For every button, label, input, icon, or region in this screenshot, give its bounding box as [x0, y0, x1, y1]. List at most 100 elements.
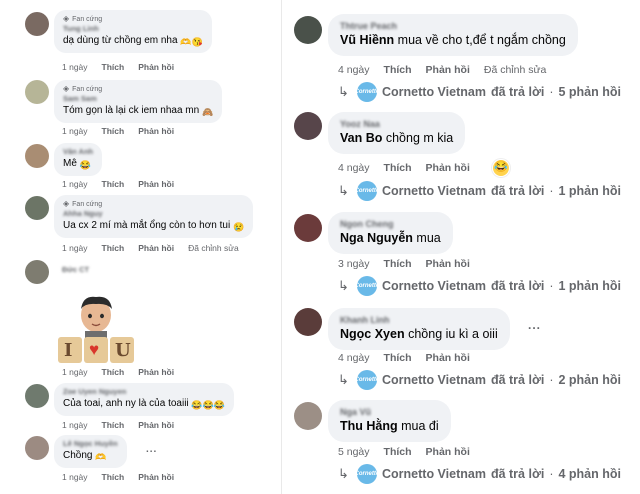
reply-button[interactable]: Phản hồi	[426, 446, 470, 458]
like-button[interactable]: Thích	[102, 62, 125, 72]
timestamp[interactable]: 1 ngày	[62, 179, 88, 189]
like-button[interactable]: Thích	[102, 243, 125, 253]
timestamp[interactable]: 1 ngày	[62, 420, 88, 430]
commenter-name[interactable]: Nga Vũ	[340, 406, 439, 418]
comment-actions: 4 ngày Thích Phản hồi	[338, 352, 470, 364]
like-button[interactable]: Thích	[384, 162, 412, 174]
view-replies-link[interactable]: ↳ Cornetto Cornetto Vietnam đã trả lời ·…	[338, 370, 621, 390]
comment-actions: 1 ngày Thích Phản hồi	[62, 367, 174, 377]
reply-button[interactable]: Phản hồi	[426, 258, 470, 270]
tagged-author[interactable]: Thu Hằng	[340, 419, 398, 433]
like-button[interactable]: Thích	[384, 258, 412, 270]
reply-button[interactable]: Phản hồi	[138, 62, 174, 72]
commenter-name[interactable]: Thtrue Peach	[340, 20, 566, 32]
avatar[interactable]	[25, 80, 49, 104]
view-replies-link[interactable]: ↳ Cornetto Cornetto Vietnam đã trả lời ·…	[338, 464, 621, 484]
avatar[interactable]	[294, 112, 322, 140]
timestamp[interactable]: 1 ngày	[62, 243, 88, 253]
brand-name: Cornetto Vietnam	[382, 373, 486, 387]
timestamp[interactable]: 1 ngày	[62, 126, 88, 136]
comment-bubble: ◈ Fan cứng Sam Sam Tóm gọn là lại ck iem …	[54, 80, 223, 123]
replied-text: đã trả lời	[490, 467, 545, 481]
like-button[interactable]: Thích	[102, 420, 125, 430]
avatar[interactable]	[25, 436, 49, 460]
commenter-name[interactable]: Đức CT	[62, 265, 89, 275]
like-button[interactable]: Thích	[102, 367, 125, 377]
reply-button[interactable]: Phản hồi	[426, 64, 470, 76]
commenter-name[interactable]: Zoe Uyen Nguyen	[63, 387, 225, 397]
timestamp[interactable]: 1 ngày	[62, 62, 88, 72]
timestamp[interactable]: 1 ngày	[62, 367, 88, 377]
sticker-image[interactable]: I ♥ U	[55, 295, 137, 365]
like-button[interactable]: Thích	[384, 64, 412, 76]
commenter-name[interactable]: Sam Sam	[63, 94, 213, 104]
timestamp[interactable]: 5 ngày	[338, 446, 370, 458]
timestamp[interactable]: 3 ngày	[338, 258, 370, 270]
comment-bubble: Ngon Cheng Nga Nguyễn mua	[328, 212, 453, 254]
tagged-author[interactable]: Ngọc Xyen	[340, 327, 405, 341]
commenter-name[interactable]: Yooz Naa	[340, 118, 453, 130]
avatar[interactable]	[294, 308, 322, 336]
reply-button[interactable]: Phản hồi	[138, 367, 174, 377]
reply-count: 1 phản hồi	[558, 184, 621, 198]
commenter-name[interactable]: Khanh Linh	[340, 314, 498, 326]
like-button[interactable]: Thích	[102, 472, 125, 482]
comment: ◈ Fan cứng Sam Sam Tóm gọn là lại ck iem …	[0, 76, 282, 142]
reply-count: 4 phản hồi	[558, 467, 621, 481]
tagged-author[interactable]: Vũ Hiềnn	[340, 33, 394, 47]
haha-reaction-icon[interactable]: 😂	[492, 159, 510, 177]
separator-dot: ·	[549, 467, 554, 481]
avatar[interactable]	[25, 384, 49, 408]
timestamp[interactable]: 4 ngày	[338, 162, 370, 174]
reply-button[interactable]: Phản hồi	[426, 162, 470, 174]
commenter-name[interactable]: Ngon Cheng	[340, 218, 441, 230]
like-button[interactable]: Thích	[384, 352, 412, 364]
avatar[interactable]	[25, 12, 49, 36]
avatar[interactable]	[25, 144, 49, 168]
comment-text: Thu Hằng mua đi	[340, 419, 439, 433]
brand-name: Cornetto Vietnam	[382, 184, 486, 198]
reply-button[interactable]: Phản hồi	[138, 179, 174, 189]
like-button[interactable]: Thích	[102, 126, 125, 136]
reply-button[interactable]: Phản hồi	[138, 126, 174, 136]
reply-button[interactable]: Phản hồi	[426, 352, 470, 364]
tagged-author[interactable]: Van Bo	[340, 131, 382, 145]
reply-button[interactable]: Phản hồi	[138, 243, 174, 253]
view-replies-link[interactable]: ↳ Cornetto Cornetto Vietnam đã trả lời ·…	[338, 276, 621, 296]
avatar[interactable]	[25, 196, 49, 220]
badge-icon: ◈	[63, 199, 70, 208]
fan-badge: ◈ Fan cứng	[63, 199, 103, 208]
view-replies-link[interactable]: ↳ Cornetto Cornetto Vietnam đã trả lời ·…	[338, 181, 621, 201]
comment-actions: 4 ngày Thích Phản hồi Đã chỉnh sửa	[338, 64, 546, 76]
comment-actions: 3 ngày Thích Phản hồi	[338, 258, 470, 270]
like-button[interactable]: Thích	[102, 179, 125, 189]
comment-bubble: Khanh Linh Ngọc Xyen chồng iu kì a oiii	[328, 308, 510, 350]
timestamp[interactable]: 4 ngày	[338, 352, 370, 364]
reply-button[interactable]: Phản hồi	[138, 472, 174, 482]
avatar[interactable]	[294, 214, 322, 242]
avatar[interactable]	[25, 260, 49, 284]
avatar[interactable]	[294, 16, 322, 44]
reply-button[interactable]: Phản hồi	[138, 420, 174, 430]
timestamp[interactable]: 4 ngày	[338, 64, 370, 76]
comment: Ngon Cheng Nga Nguyễn mua 3 ngày Thích P…	[282, 202, 640, 298]
more-options-icon[interactable]: ...	[528, 318, 541, 332]
like-button[interactable]: Thích	[384, 446, 412, 458]
avatar[interactable]	[294, 402, 322, 430]
tagged-author[interactable]: Nga Nguyễn	[340, 231, 413, 245]
brand-name: Cornetto Vietnam	[382, 279, 486, 293]
right-comments-panel: Thtrue Peach Vũ Hiềnn mua về cho t,để t …	[282, 0, 640, 494]
comment-text: Tóm gọn là lại ck iem nhaa mn 🙈	[63, 105, 214, 117]
commenter-name[interactable]: Tung Linh	[63, 24, 203, 34]
comment-actions: 5 ngày Thích Phản hồi	[338, 446, 470, 458]
view-replies-link[interactable]: ↳ Cornetto Cornetto Vietnam đã trả lời ·…	[338, 82, 621, 102]
commenter-name[interactable]: Ahha Nguy	[63, 209, 244, 219]
timestamp[interactable]: 1 ngày	[62, 472, 88, 482]
commenter-name[interactable]: Văn Anh	[63, 147, 93, 157]
commenter-name[interactable]: Lê Ngọc Huyền	[63, 439, 118, 449]
emoji-icon: 🫶	[95, 452, 107, 462]
comment-actions: 1 ngày Thích Phản hồi	[62, 126, 174, 136]
more-options-icon[interactable]: ...	[146, 444, 157, 455]
comment: Lê Ngọc Huyền Chồng 🫶 ... 1 ngày Thích P…	[0, 432, 282, 494]
comment-actions: 1 ngày Thích Phản hồi	[62, 179, 174, 189]
